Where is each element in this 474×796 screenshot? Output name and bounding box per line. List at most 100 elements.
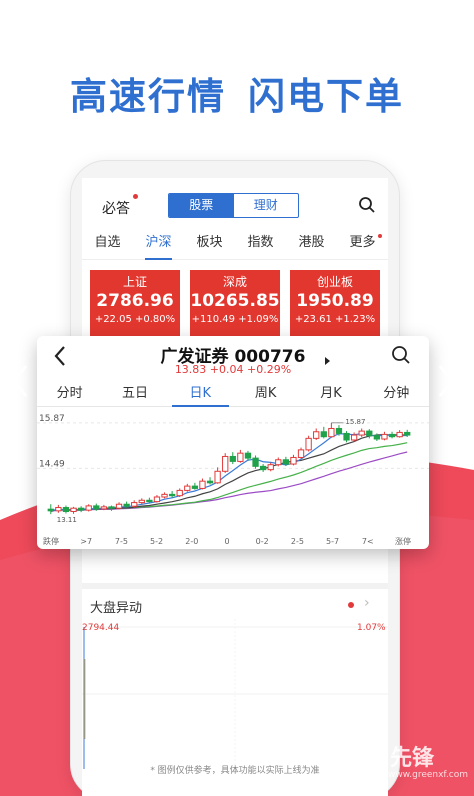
candle-body — [343, 432, 350, 441]
candle-body — [267, 464, 274, 471]
x-tick-label: 5-2 — [150, 537, 163, 546]
candle-body — [77, 507, 85, 511]
notification-dot — [348, 602, 354, 608]
candle-body — [55, 507, 62, 512]
segment-control: 股票 理财 — [168, 193, 299, 218]
candle-body — [237, 452, 244, 462]
candle-body — [366, 430, 373, 437]
tab-five-day[interactable]: 五日 — [102, 383, 167, 406]
market-move-pct: 1.07% — [357, 623, 386, 633]
search-icon[interactable] — [391, 345, 411, 365]
period-tabs: 分时 五日 日K 周K 月K 分钟 — [37, 383, 429, 407]
x-tick-label: 0 — [224, 537, 229, 546]
x-tick-label: 涨停 — [395, 536, 411, 546]
candle-body — [244, 452, 252, 459]
candle-body — [47, 508, 54, 512]
market-move-title: 大盘异动 — [90, 601, 143, 616]
y-tick-label: 15.87 — [39, 414, 65, 424]
tab-sectors[interactable]: 板块 — [196, 230, 222, 259]
candle-body — [282, 459, 290, 465]
index-value: 10265.85 — [190, 291, 280, 311]
headline: 高速行情 闪电下单 — [0, 66, 474, 120]
stock-quote: 13.83 +0.04 +0.29% — [174, 363, 292, 376]
candle-body — [381, 433, 388, 440]
app-header: 必答 股票 理财 — [82, 178, 388, 230]
x-tick-label: 5-7 — [326, 537, 339, 546]
stock-chart-panel: 广发证券 000776 13.83 +0.04 +0.29% 分时 五日 日K … — [37, 336, 429, 549]
search-icon[interactable] — [358, 196, 376, 214]
x-tick-label: 7< — [362, 537, 374, 546]
tab-indices[interactable]: 指数 — [247, 230, 273, 259]
candle-body — [131, 502, 138, 507]
index-change: +23.61 +1.23% — [294, 314, 376, 325]
candle-body — [206, 480, 214, 484]
next-arrow-icon[interactable] — [436, 363, 456, 399]
index-card-shanghai[interactable]: 上证 2786.96 +22.05 +0.80% — [90, 270, 180, 336]
candlestick-chart: 15.87 14.49 15.87 13.11 跌停 >7 7-5 5-2 2-0 0 0-2 2-5… — [37, 414, 429, 546]
index-value: 1950.89 — [296, 291, 374, 311]
tab-daily-k[interactable]: 日K — [168, 383, 233, 407]
ma20-line — [50, 442, 408, 512]
candle-body — [396, 431, 403, 438]
index-value: 2786.96 — [96, 291, 174, 311]
candle-body — [214, 470, 221, 484]
index-name: 深成 — [222, 275, 247, 289]
candle-body — [70, 507, 77, 512]
segment-stocks[interactable]: 股票 — [169, 194, 234, 217]
candle-body — [335, 427, 343, 434]
tab-intraday[interactable]: 分时 — [37, 383, 102, 406]
ma5-line — [50, 433, 408, 512]
candle-body — [373, 435, 381, 440]
candle-body — [191, 485, 199, 489]
prev-arrow-icon[interactable] — [10, 363, 30, 399]
bida-button[interactable]: 必答 — [102, 194, 138, 218]
candle-body — [62, 507, 70, 512]
candle-body — [100, 506, 108, 510]
tab-shanghai-shenzhen[interactable]: 沪深 — [145, 230, 172, 260]
x-tick-label: >7 — [80, 537, 92, 546]
candle-body — [168, 493, 176, 497]
tab-minute[interactable]: 分钟 — [364, 383, 429, 406]
index-card-shenzhen[interactable]: 深成 10265.85 +110.49 +1.09% — [190, 270, 280, 336]
tab-watchlist[interactable]: 自选 — [94, 230, 120, 259]
x-tick-label: 2-5 — [291, 537, 304, 546]
x-tick-label: 0-2 — [256, 537, 269, 546]
tab-more[interactable]: 更多 — [349, 230, 382, 259]
candle-body — [161, 493, 168, 498]
bida-label: 必答 — [102, 201, 130, 217]
candle-body — [297, 449, 305, 458]
candle-body — [138, 499, 145, 504]
watermark-url: www.greenxf.com — [388, 770, 469, 780]
market-tabs: 自选 沪深 板块 指数 港股 更多 — [82, 230, 388, 260]
index-change: +22.05 +0.80% — [94, 314, 176, 325]
candle-body — [358, 430, 365, 436]
market-move-chart — [82, 619, 388, 769]
candle-body — [184, 485, 191, 491]
candle-body — [153, 496, 161, 503]
candle-body — [259, 465, 267, 471]
candle-body — [290, 456, 297, 465]
index-card-chinext[interactable]: 创业板 1950.89 +23.61 +1.23% — [290, 270, 380, 336]
candle-body — [252, 457, 259, 467]
segment-wealth[interactable]: 理财 — [234, 194, 299, 217]
candle-body — [115, 503, 123, 509]
chevron-right-icon[interactable]: › — [364, 595, 370, 611]
candle-body — [350, 434, 358, 441]
index-change: +110.49 +1.09% — [191, 314, 279, 325]
tab-hk-stocks[interactable]: 港股 — [298, 230, 324, 259]
tab-monthly-k[interactable]: 月K — [298, 383, 363, 406]
candle-body — [404, 431, 411, 436]
tab-more-label: 更多 — [349, 235, 376, 250]
notification-dot — [377, 234, 382, 238]
index-cards: 上证 2786.96 +22.05 +0.80% 深成 10265.85 +11… — [90, 270, 380, 336]
notification-dot — [133, 194, 138, 199]
tab-weekly-k[interactable]: 周K — [233, 383, 298, 406]
candle-body — [320, 431, 327, 438]
candle-body — [176, 489, 183, 497]
market-move-high: 2794.44 — [82, 623, 120, 633]
headline-left: 高速行情 — [70, 75, 226, 118]
candle-body — [229, 455, 236, 462]
candle-body — [313, 431, 320, 439]
candle-body — [328, 427, 335, 438]
candle-body — [146, 499, 153, 503]
